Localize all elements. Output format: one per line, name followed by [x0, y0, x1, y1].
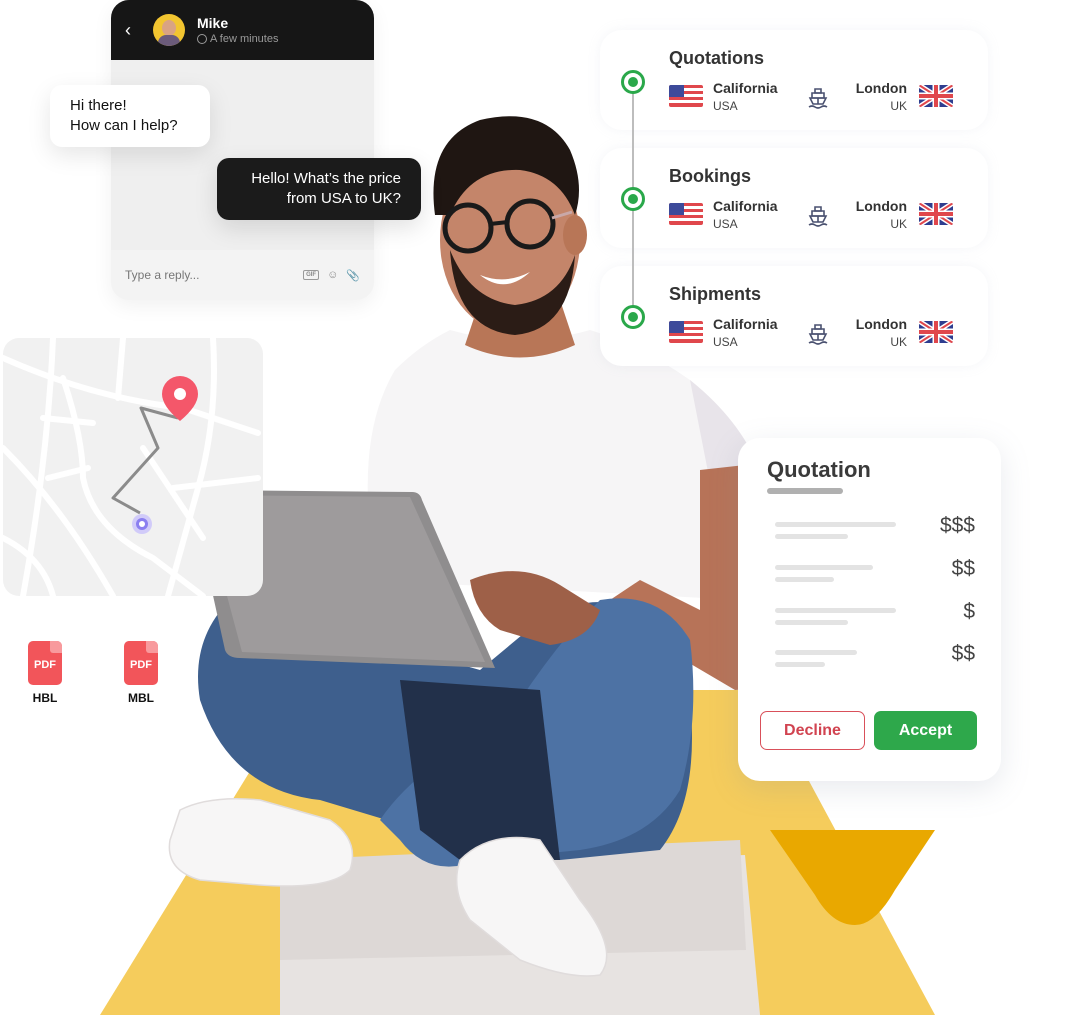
- person-ear: [563, 215, 587, 255]
- chat-widget: ‹ Mike A few minutes GIF ☺ 📎: [111, 0, 374, 300]
- status-text: A few minutes: [210, 33, 279, 45]
- timeline-title: Quotations: [669, 48, 764, 68]
- destination-country: UK: [890, 335, 907, 349]
- origin-city: California: [713, 198, 778, 214]
- message-line: Hi there!: [70, 97, 127, 114]
- quote-line-item: $$: [775, 642, 975, 680]
- contact-status: A few minutes: [197, 33, 278, 45]
- usa-flag-icon: [669, 85, 703, 107]
- message-line: from USA to UK?: [286, 190, 401, 207]
- uk-flag-icon: [919, 321, 953, 343]
- placeholder-bar: [775, 522, 896, 527]
- timeline-title: Bookings: [669, 166, 752, 186]
- message-bubble-user: Hello! What’s the price from USA to UK?: [217, 158, 421, 220]
- timeline-status-dot: [621, 305, 645, 329]
- origin-dot-icon: [132, 514, 152, 534]
- quote-line-item: $$: [775, 557, 975, 595]
- destination-city: London: [855, 316, 907, 332]
- quote-line-item: $$$: [775, 514, 975, 552]
- timeline-title: Shipments: [669, 284, 762, 304]
- quote-line-item: $: [775, 600, 975, 638]
- origin-country: USA: [713, 335, 738, 349]
- pdf-icon: PDF: [124, 641, 158, 685]
- destination-country: UK: [890, 99, 907, 113]
- clock-icon: [197, 34, 207, 44]
- reply-input[interactable]: [125, 268, 296, 282]
- timeline-card-shipments[interactable]: Shipments California USA London UK: [600, 266, 988, 366]
- accept-button[interactable]: Accept: [874, 711, 977, 750]
- placeholder-bar: [775, 565, 873, 570]
- route: California USA London UK: [669, 80, 953, 116]
- route: California USA London UK: [669, 316, 953, 352]
- gif-icon[interactable]: GIF: [303, 270, 320, 280]
- map-streets: [3, 338, 261, 596]
- quote-price: $: [963, 600, 975, 623]
- usa-flag-icon: [669, 321, 703, 343]
- placeholder-bar: [775, 662, 825, 667]
- chat-footer: GIF ☺ 📎: [111, 250, 374, 300]
- placeholder-bar: [775, 650, 857, 655]
- ship-icon: [808, 206, 828, 227]
- route-path: [111, 406, 179, 515]
- quote-price: $$: [951, 642, 975, 665]
- avatar: [153, 14, 185, 46]
- message-bubble-agent: Hi there! How can I help?: [50, 85, 210, 147]
- origin-country: USA: [713, 99, 738, 113]
- chat-header: ‹ Mike A few minutes: [111, 0, 374, 60]
- destination-city: London: [855, 80, 907, 96]
- document-hbl[interactable]: PDF HBL: [3, 629, 87, 715]
- pdf-icon: PDF: [28, 641, 62, 685]
- document-label: MBL: [128, 691, 154, 705]
- message-line: How can I help?: [70, 117, 178, 134]
- uk-flag-icon: [919, 85, 953, 107]
- decline-button[interactable]: Decline: [760, 711, 865, 750]
- person-jeans-dark: [400, 680, 560, 860]
- document-label: HBL: [32, 691, 58, 705]
- ship-icon: [808, 324, 828, 345]
- usa-flag-icon: [669, 203, 703, 225]
- timeline-status-dot: [621, 70, 645, 94]
- quote-price: $$: [951, 557, 975, 580]
- ship-icon: [808, 88, 828, 109]
- timeline-card-bookings[interactable]: Bookings California USA London UK: [600, 148, 988, 248]
- contact-name: Mike: [197, 15, 229, 31]
- placeholder-bar: [775, 620, 848, 625]
- route-map[interactable]: [3, 338, 263, 596]
- quotation-title: Quotation: [767, 457, 871, 482]
- placeholder-bar: [775, 534, 848, 539]
- message-line: Hello! What’s the price: [251, 170, 401, 187]
- origin-country: USA: [713, 217, 738, 231]
- origin-city: California: [713, 316, 778, 332]
- title-underline: [767, 488, 843, 494]
- route: California USA London UK: [669, 198, 953, 234]
- origin-city: California: [713, 80, 778, 96]
- timeline-status-dot: [621, 187, 645, 211]
- uk-flag-icon: [919, 203, 953, 225]
- paperclip-icon[interactable]: 📎: [346, 269, 360, 282]
- quotation-card: Quotation $$$ $$ $ $$ Decline Accept: [738, 438, 1001, 781]
- placeholder-bar: [775, 608, 896, 613]
- destination-city: London: [855, 198, 907, 214]
- placeholder-bar: [775, 577, 834, 582]
- chevron-left-icon[interactable]: ‹: [125, 20, 149, 41]
- glasses-bridge: [489, 220, 509, 226]
- emoji-icon[interactable]: ☺: [327, 269, 338, 281]
- timeline-card-quotations[interactable]: Quotations California USA London UK: [600, 30, 988, 130]
- destination-country: UK: [890, 217, 907, 231]
- quote-price: $$$: [939, 514, 975, 537]
- document-mbl[interactable]: PDF MBL: [99, 629, 183, 715]
